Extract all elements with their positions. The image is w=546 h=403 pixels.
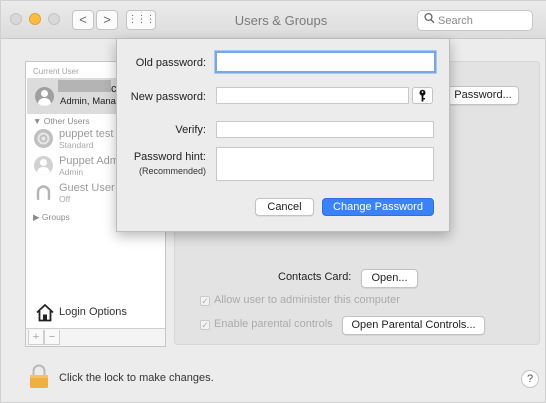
user-role: Admin: [59, 167, 84, 177]
help-button[interactable]: ?: [521, 370, 539, 388]
change-password-sheet: Old password: New password: Verify: Pass…: [116, 39, 450, 232]
search-input[interactable]: [438, 13, 528, 28]
disclosure-down-icon: ▼: [33, 116, 42, 126]
password-hint-label: Password hint:: [133, 151, 206, 163]
close-button[interactable]: [10, 13, 22, 25]
minimize-button[interactable]: [29, 13, 41, 25]
remove-user-button[interactable]: −: [44, 330, 60, 345]
new-password-field[interactable]: [216, 87, 409, 104]
users-groups-window: < > ⋮⋮⋮ Users & Groups Current User c Ad…: [0, 0, 546, 403]
parental-controls-checkbox[interactable]: ✓: [200, 320, 210, 330]
allow-admin-checkbox[interactable]: ✓: [200, 296, 210, 306]
zoom-button[interactable]: [48, 13, 60, 25]
contacts-open-button[interactable]: Open...: [361, 269, 418, 288]
groups-header[interactable]: ▶ Groups: [33, 212, 70, 223]
login-options-label: Login Options: [59, 306, 127, 318]
current-user-role: Admin, Manag: [60, 96, 122, 107]
change-password-button[interactable]: Password...: [447, 86, 519, 105]
search-field[interactable]: [417, 10, 533, 31]
lock-icon[interactable]: [29, 364, 49, 392]
allow-admin-label: Allow user to administer this computer: [214, 294, 400, 306]
search-icon: [424, 12, 435, 27]
old-password-label: Old password:: [135, 57, 206, 69]
verify-label: Verify:: [175, 124, 206, 136]
add-user-button[interactable]: +: [28, 330, 44, 345]
avatar: [34, 129, 53, 148]
contacts-card-label: Contacts Card:: [278, 271, 352, 283]
user-name: Guest User: [59, 182, 115, 194]
disclosure-right-icon: ▶: [33, 212, 40, 222]
guest-icon: [34, 183, 53, 202]
change-password-confirm-button[interactable]: Change Password: [322, 198, 434, 216]
title-bar: < > ⋮⋮⋮ Users & Groups: [1, 1, 546, 39]
avatar: [34, 156, 53, 175]
password-hint-field[interactable]: [216, 147, 434, 181]
login-options-row[interactable]: Login Options: [26, 301, 165, 327]
house-icon: [35, 303, 55, 325]
key-icon[interactable]: [412, 87, 433, 104]
current-user-header: Current User: [33, 67, 79, 76]
avatar: [35, 87, 54, 106]
lock-text: Click the lock to make changes.: [59, 372, 214, 384]
redacted-name: [58, 80, 111, 92]
user-name: Puppet Adm: [59, 155, 119, 167]
old-password-field[interactable]: [215, 51, 436, 73]
other-users-header[interactable]: ▼ Other Users: [33, 116, 90, 126]
show-all-button[interactable]: ⋮⋮⋮: [126, 10, 156, 30]
user-name: puppet test: [59, 128, 114, 140]
open-parental-controls-button[interactable]: Open Parental Controls...: [342, 316, 485, 335]
forward-button[interactable]: >: [96, 10, 118, 30]
cancel-button[interactable]: Cancel: [255, 198, 314, 216]
password-hint-sublabel: (Recommended): [138, 166, 206, 176]
parental-controls-label: Enable parental controls: [214, 318, 333, 330]
user-role: Standard: [59, 140, 94, 150]
back-button[interactable]: <: [72, 10, 94, 30]
add-remove-bar: + −: [26, 328, 165, 346]
window-title: Users & Groups: [234, 13, 328, 28]
new-password-label: New password:: [130, 91, 206, 103]
user-role: Off: [59, 194, 71, 204]
verify-field[interactable]: [216, 121, 434, 138]
